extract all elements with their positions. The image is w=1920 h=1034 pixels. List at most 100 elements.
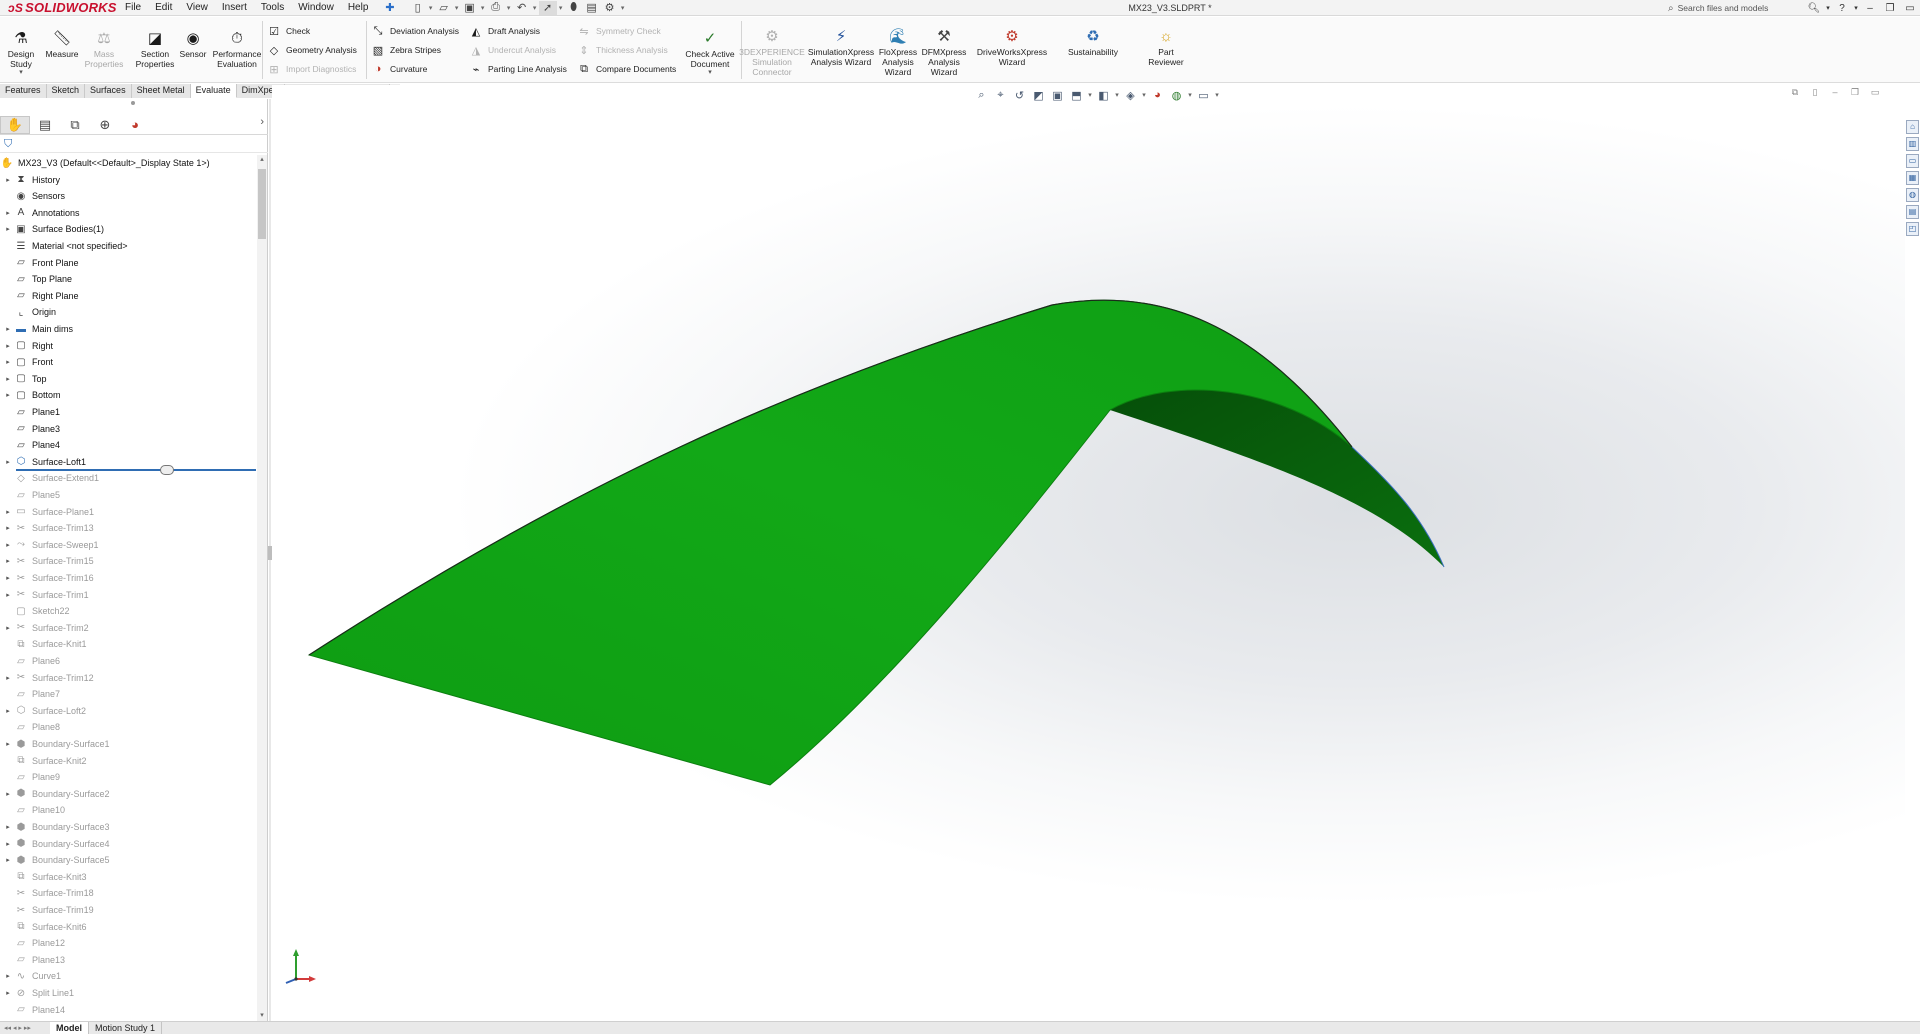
appearances-icon[interactable]: ◍ bbox=[1906, 188, 1919, 202]
expand-arrow-icon[interactable]: ▸ bbox=[2, 508, 14, 516]
previous-view-icon[interactable]: ↺ bbox=[1010, 88, 1029, 102]
import-diagnostics-button[interactable]: ⊞ Import Diagnostics bbox=[266, 61, 356, 77]
performance-evaluation-button[interactable]: ⏱ Performance Evaluation bbox=[212, 19, 262, 81]
tree-item-plane10[interactable]: ▱ Plane10 bbox=[0, 802, 256, 818]
options-gear-icon[interactable]: ⚙ bbox=[601, 1, 619, 15]
panel-grip[interactable] bbox=[130, 101, 136, 105]
view-settings-caret-icon[interactable]: ▾ bbox=[1213, 88, 1221, 102]
view-palette-icon[interactable]: ▦ bbox=[1906, 171, 1919, 185]
search-caret-icon[interactable]: ▾ bbox=[1824, 0, 1832, 16]
expand-arrow-icon[interactable]: ▸ bbox=[2, 358, 14, 366]
solidworks-logo[interactable]: ↄS SOLIDWORKS bbox=[0, 0, 118, 16]
hide-show-items-icon[interactable]: ◈ bbox=[1121, 88, 1140, 102]
tab-surfaces[interactable]: Surfaces bbox=[85, 84, 132, 98]
compare-documents-button[interactable]: ⧉ Compare Documents bbox=[576, 61, 676, 77]
tree-item-sensors[interactable]: ◉ Sensors bbox=[0, 188, 256, 204]
draft-analysis-button[interactable]: ◭ Draft Analysis bbox=[468, 23, 540, 39]
tree-item-front[interactable]: ▸ ▢ Front bbox=[0, 354, 256, 370]
viewport-close-icon[interactable]: ▭ bbox=[1865, 87, 1885, 101]
select-icon[interactable]: ➚ bbox=[538, 0, 557, 15]
expand-arrow-icon[interactable]: ▸ bbox=[2, 209, 14, 217]
save-caret-icon[interactable]: ▾ bbox=[479, 4, 487, 12]
configurationmanager-tab-icon[interactable]: ⧉ bbox=[60, 116, 90, 134]
help-icon[interactable]: ? bbox=[1832, 0, 1852, 16]
tab-scroll-arrows[interactable]: ◂◂ ◂ ▸ ▸▸ bbox=[0, 1022, 50, 1034]
viewport-split-icon[interactable]: ▯ bbox=[1805, 87, 1825, 101]
expand-arrow-icon[interactable]: ▸ bbox=[2, 624, 14, 632]
section-properties-button[interactable]: ◪ Section Properties bbox=[134, 19, 176, 81]
tree-filter[interactable]: ⛉ bbox=[0, 137, 268, 153]
mass-properties-button[interactable]: ⚖ Mass Properties bbox=[85, 19, 124, 81]
tree-item-surface-plane1[interactable]: ▸ ▭ Surface-Plane1 bbox=[0, 504, 256, 520]
scroll-up-icon[interactable]: ▴ bbox=[257, 155, 267, 165]
solidworks-resources-icon[interactable]: ⌂ bbox=[1906, 120, 1919, 134]
tree-item-plane12[interactable]: ▱ Plane12 bbox=[0, 935, 256, 951]
geometry-analysis-button[interactable]: ◇ Geometry Analysis bbox=[266, 42, 357, 58]
measure-button[interactable]: 📏︎ Measure bbox=[44, 19, 80, 81]
tree-item-surface-trim12[interactable]: ▸ ✂ Surface-Trim12 bbox=[0, 670, 256, 686]
tree-item-surface-trim18[interactable]: ✂ Surface-Trim18 bbox=[0, 885, 256, 901]
tree-item-surface-loft2[interactable]: ▸ ⬡ Surface-Loft2 bbox=[0, 703, 256, 719]
display-style-icon[interactable]: ◧ bbox=[1094, 88, 1113, 102]
tree-item-surface-trim2[interactable]: ▸ ✂ Surface-Trim2 bbox=[0, 620, 256, 636]
driveworksxpress-button[interactable]: ⚙ DriveWorksXpress Wizard bbox=[972, 19, 1052, 81]
menu-view[interactable]: View bbox=[179, 0, 215, 16]
surface-underside[interactable] bbox=[1110, 389, 1444, 567]
tree-item-surface-trim15[interactable]: ▸ ✂ Surface-Trim15 bbox=[0, 553, 256, 569]
expand-arrow-icon[interactable]: ▸ bbox=[2, 176, 14, 184]
check-button[interactable]: ☑ Check bbox=[266, 23, 310, 39]
expand-arrow-icon[interactable]: ▸ bbox=[2, 391, 14, 399]
featuremanager-tab-icon[interactable]: ✋ bbox=[0, 115, 30, 134]
expand-arrow-icon[interactable]: ▸ bbox=[2, 325, 14, 333]
tree-item-right-plane[interactable]: ▱ Right Plane bbox=[0, 288, 256, 304]
menu-tools[interactable]: Tools bbox=[254, 0, 291, 16]
viewport-minimize-icon[interactable]: – bbox=[1825, 87, 1845, 101]
expand-arrow-icon[interactable]: ▸ bbox=[2, 823, 14, 831]
new-caret-icon[interactable]: ▾ bbox=[427, 4, 435, 12]
zebra-stripes-button[interactable]: ▧ Zebra Stripes bbox=[370, 42, 441, 58]
symmetry-check-button[interactable]: ⇋ Symmetry Check bbox=[576, 23, 660, 39]
tree-item-boundary-surface3[interactable]: ▸ ⬢ Boundary-Surface3 bbox=[0, 819, 256, 835]
expand-arrow-icon[interactable]: ▸ bbox=[2, 225, 14, 233]
dynamic-annotation-icon[interactable]: ▣ bbox=[1048, 88, 1067, 102]
tab-sketch[interactable]: Sketch bbox=[46, 84, 86, 98]
apply-scene-icon[interactable]: ◍ bbox=[1167, 88, 1186, 102]
tree-item-plane1[interactable]: ▱ Plane1 bbox=[0, 404, 256, 420]
tree-item-top-plane[interactable]: ▱ Top Plane bbox=[0, 271, 256, 287]
tree-item-split-line1[interactable]: ▸ ⊘ Split Line1 bbox=[0, 985, 256, 1001]
custom-properties-icon[interactable]: ▤ bbox=[1906, 205, 1919, 219]
expand-arrow-icon[interactable]: ▸ bbox=[2, 557, 14, 565]
tree-root[interactable]: ✋ MX23_V3 (Default<<Default>_Display Sta… bbox=[0, 155, 256, 171]
tree-item-right[interactable]: ▸ ▢ Right bbox=[0, 338, 256, 354]
options-caret-icon[interactable]: ▾ bbox=[619, 4, 627, 12]
expand-arrow-icon[interactable]: ▸ bbox=[2, 375, 14, 383]
print-caret-icon[interactable]: ▾ bbox=[505, 4, 513, 12]
tree-item-boundary-surface4[interactable]: ▸ ⬢ Boundary-Surface4 bbox=[0, 836, 256, 852]
tree-item-surface-loft1[interactable]: ▸ ⬡ Surface-Loft1 bbox=[0, 454, 256, 470]
save-icon[interactable]: ▣ bbox=[461, 1, 479, 15]
deviation-analysis-button[interactable]: ⤡ Deviation Analysis bbox=[370, 23, 459, 39]
print-icon[interactable]: ⎙ bbox=[487, 1, 505, 15]
view-orientation-caret-icon[interactable]: ▾ bbox=[1086, 88, 1094, 102]
menu-help[interactable]: Help bbox=[341, 0, 376, 16]
design-study-caret-icon[interactable]: ▾ bbox=[19, 69, 23, 77]
tree-item-surface-knit2[interactable]: ⧉ Surface-Knit2 bbox=[0, 753, 256, 769]
tree-item-surface-knit3[interactable]: ⧉ Surface-Knit3 bbox=[0, 869, 256, 885]
tree-item-annotations[interactable]: ▸ A Annotations bbox=[0, 205, 256, 221]
rebuild-icon[interactable]: ⬮ bbox=[565, 1, 583, 15]
viewport-restore-icon[interactable]: ❐ bbox=[1845, 87, 1865, 101]
model-view[interactable] bbox=[272, 85, 1905, 1021]
expand-arrow-icon[interactable]: ▸ bbox=[2, 591, 14, 599]
tree-item-surface-trim1[interactable]: ▸ ✂ Surface-Trim1 bbox=[0, 587, 256, 603]
file-properties-icon[interactable]: ▤ bbox=[583, 1, 601, 15]
tree-item-plane9[interactable]: ▱ Plane9 bbox=[0, 769, 256, 785]
section-view-icon[interactable]: ◩ bbox=[1029, 88, 1048, 102]
search-box[interactable]: ⌕ Search files and models bbox=[1668, 1, 1776, 15]
tab-sheet-metal[interactable]: Sheet Metal bbox=[131, 84, 191, 98]
check-active-document-button[interactable]: ✓ Check Active Document ▾ bbox=[682, 19, 738, 81]
undo-icon[interactable]: ↶ bbox=[513, 1, 531, 15]
viewport-tile-icon[interactable]: ⧉ bbox=[1785, 87, 1805, 101]
view-orientation-icon[interactable]: ⬒ bbox=[1067, 88, 1086, 102]
tree-item-plane13[interactable]: ▱ Plane13 bbox=[0, 952, 256, 968]
open-icon[interactable]: ▱ bbox=[435, 1, 453, 15]
